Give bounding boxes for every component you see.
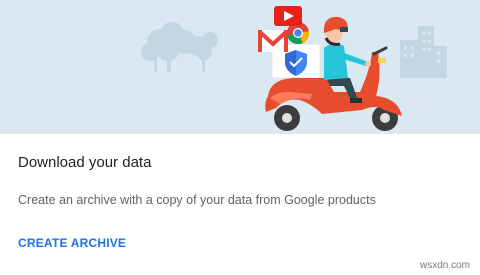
trees-icon bbox=[141, 22, 218, 72]
watermark-text: wsxdn.com bbox=[419, 260, 470, 271]
create-archive-button[interactable]: CREATE ARCHIVE bbox=[18, 236, 126, 250]
youtube-icon bbox=[274, 6, 302, 26]
scooter-delivery-illustration bbox=[141, 6, 447, 131]
buildings-icon bbox=[400, 26, 447, 78]
page-title: Download your data bbox=[18, 154, 152, 171]
gmail-icon bbox=[258, 30, 288, 52]
card-description: Create an archive with a copy of your da… bbox=[18, 193, 376, 207]
hero-banner bbox=[0, 0, 480, 134]
download-data-card: Download your data Create an archive wit… bbox=[0, 0, 480, 275]
